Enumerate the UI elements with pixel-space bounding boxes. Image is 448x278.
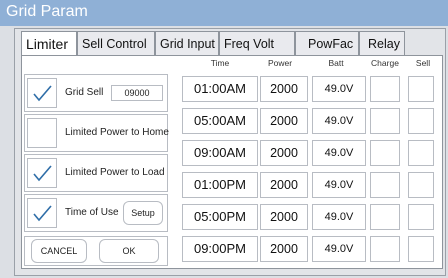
header-time: Time — [210, 58, 230, 68]
sell-checkbox[interactable] — [408, 204, 434, 230]
window-title: Grid Param — [6, 3, 88, 20]
check-icon — [33, 165, 52, 182]
header-batt: Batt — [328, 58, 344, 68]
sell-checkbox[interactable] — [408, 76, 434, 102]
charge-checkbox[interactable] — [370, 76, 400, 102]
power-cell[interactable]: 2000 — [260, 140, 308, 166]
time-of-use-checkbox[interactable] — [27, 198, 57, 228]
charge-checkbox[interactable] — [370, 108, 400, 134]
tab-powfac[interactable]: PowFac — [295, 31, 359, 55]
power-cell[interactable]: 2000 — [260, 108, 308, 134]
options-spacer — [24, 58, 172, 72]
time-cell[interactable]: 05:00AM — [182, 108, 258, 134]
limited-home-label: Limited Power to Home — [65, 127, 169, 138]
tab-relay[interactable]: Relay — [359, 31, 405, 55]
time-cell[interactable]: 09:00AM — [182, 140, 258, 166]
option-limited-power-home: Limited Power to Home — [24, 114, 169, 152]
power-cell[interactable]: 2000 — [260, 172, 308, 198]
batt-cell[interactable]: 49.0V — [312, 236, 366, 262]
batt-cell[interactable]: 49.0V — [312, 140, 366, 166]
ok-button[interactable]: OK — [99, 239, 159, 263]
tab-sell-control[interactable]: Sell Control — [77, 31, 155, 55]
grid-sell-checkbox[interactable] — [27, 78, 57, 108]
header-charge: Charge — [371, 58, 399, 68]
batt-cell[interactable]: 49.0V — [312, 172, 366, 198]
time-cell[interactable]: 01:00PM — [182, 172, 258, 198]
tab-freq-volt[interactable]: Freq Volt — [219, 31, 295, 55]
charge-checkbox[interactable] — [370, 172, 400, 198]
header-sell: Sell — [415, 58, 431, 68]
limited-load-label: Limited Power to Load — [65, 167, 165, 178]
batt-cell[interactable]: 49.0V — [312, 108, 366, 134]
cancel-button[interactable]: CANCEL — [31, 239, 87, 263]
limited-home-checkbox[interactable] — [27, 118, 57, 148]
batt-cell[interactable]: 49.0V — [312, 76, 366, 102]
check-icon — [33, 205, 52, 222]
power-cell[interactable]: 2000 — [260, 236, 308, 262]
charge-checkbox[interactable] — [370, 236, 400, 262]
setup-button[interactable]: Setup — [123, 201, 163, 225]
charge-checkbox[interactable] — [370, 140, 400, 166]
sell-checkbox[interactable] — [408, 108, 434, 134]
time-cell[interactable]: 09:00PM — [182, 236, 258, 262]
time-cell[interactable]: 05:00PM — [182, 204, 258, 230]
window-body: Limiter Sell Control Grid Input Freq Vol… — [14, 28, 446, 276]
sell-checkbox[interactable] — [408, 236, 434, 262]
tab-grid-input[interactable]: Grid Input — [155, 31, 219, 55]
title-bar: Grid Param — [0, 0, 448, 26]
time-cell[interactable]: 01:00AM — [182, 76, 258, 102]
batt-cell[interactable]: 49.0V — [312, 204, 366, 230]
option-grid-sell: Grid Sell 09000 — [24, 74, 168, 112]
power-cell[interactable]: 2000 — [260, 76, 308, 102]
check-icon — [33, 85, 52, 102]
action-area: CANCEL OK — [24, 236, 168, 266]
grid-sell-value-field[interactable]: 09000 — [111, 85, 163, 101]
limiter-panel: Grid Sell 09000 Limited Power to Home Li… — [21, 55, 443, 269]
power-cell[interactable]: 2000 — [260, 204, 308, 230]
header-power: Power — [267, 58, 293, 68]
time-of-use-label: Time of Use — [65, 207, 119, 218]
charge-checkbox[interactable] — [370, 204, 400, 230]
option-limited-power-load: Limited Power to Load — [24, 154, 168, 192]
limited-load-checkbox[interactable] — [27, 158, 57, 188]
option-time-of-use: Time of Use Setup — [24, 194, 168, 232]
grid-param-window: Grid Param Limiter Sell Control Grid Inp… — [0, 0, 448, 278]
sell-checkbox[interactable] — [408, 172, 434, 198]
tab-limiter[interactable]: Limiter — [21, 31, 77, 56]
grid-sell-label: Grid Sell — [65, 87, 104, 98]
sell-checkbox[interactable] — [408, 140, 434, 166]
